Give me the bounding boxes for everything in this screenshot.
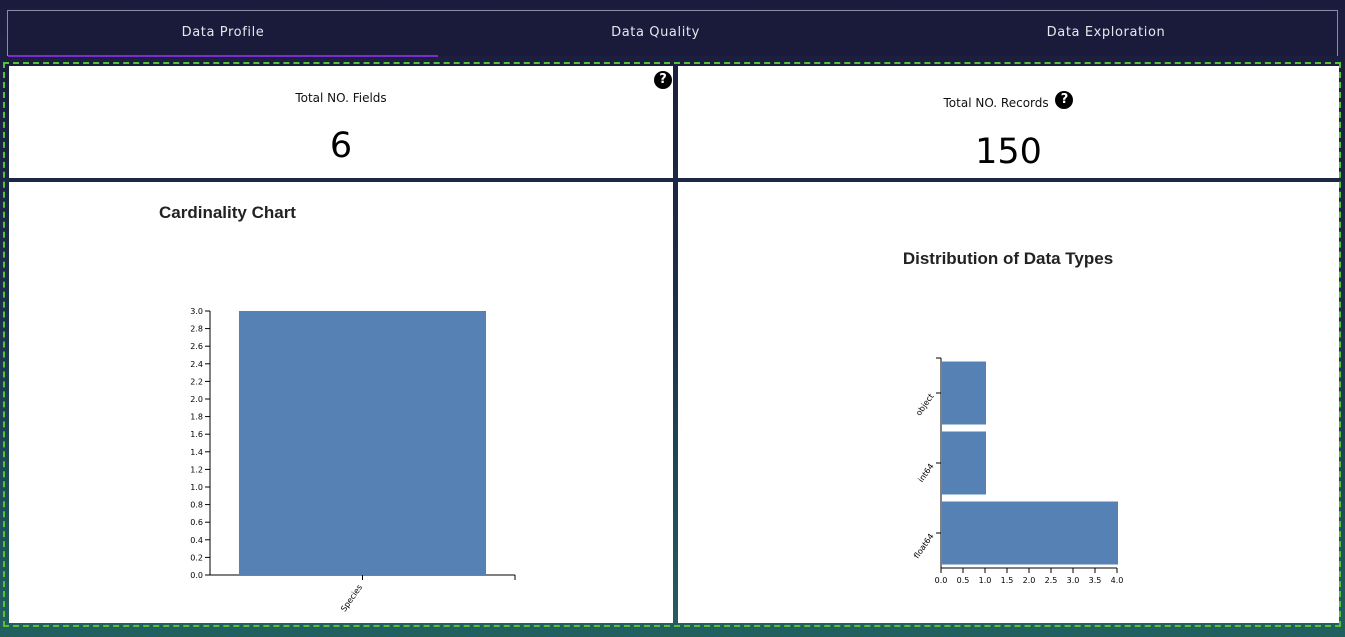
total-records-value: 150 xyxy=(975,132,1042,172)
x-tick-label: 3.0 xyxy=(1067,576,1080,585)
x-tick-label: 4.0 xyxy=(1111,576,1124,585)
x-tick-label: 0.5 xyxy=(957,576,970,585)
x-tick-label: 2.0 xyxy=(1023,576,1036,585)
bars xyxy=(238,311,487,575)
bar xyxy=(942,501,1118,565)
y-tick-label: 1.4 xyxy=(190,448,203,457)
question-circle-icon[interactable]: ? xyxy=(654,71,672,89)
total-fields-card: Total NO. Fields 6 ? xyxy=(9,66,673,178)
y-tick-label: 3.0 xyxy=(190,307,203,316)
y-tick-label: 1.6 xyxy=(190,430,203,439)
tab-data-profile[interactable]: Data Profile xyxy=(8,11,438,57)
question-circle-icon[interactable]: ? xyxy=(1055,91,1074,109)
chart-title: Cardinality Chart xyxy=(159,203,296,222)
tab-bar: Data Profile Data Quality Data Explorati… xyxy=(7,10,1339,57)
y-axis: object int64 float64 xyxy=(912,357,942,568)
cardinality-chart: Cardinality Chart 0.0 0.2 0.4 0.6 0.8 1.0 1.2 1… xyxy=(159,203,516,613)
bars xyxy=(942,361,1118,565)
y-tick-label: 1.2 xyxy=(190,465,203,474)
x-axis: 0.0 0.5 1.0 1.5 2.0 2.5 3.0 3.5 4.0 xyxy=(935,567,1124,585)
total-records-label-text: Total NO. Records xyxy=(943,96,1049,110)
total-records-label: Total NO. Records ? xyxy=(678,91,1339,113)
y-tick-label: 0.4 xyxy=(190,536,203,545)
x-tick-label: Species xyxy=(339,583,364,613)
x-tick-label: 0.0 xyxy=(935,576,948,585)
y-tick-label: int64 xyxy=(916,462,935,484)
cardinality-chart-card: Cardinality Chart 0.0 0.2 0.4 0.6 0.8 1.0 1.2 1… xyxy=(9,182,673,623)
x-tick-label: 1.0 xyxy=(979,576,992,585)
y-tick-label: 2.8 xyxy=(190,325,203,334)
x-axis: Species xyxy=(210,574,516,613)
y-axis: 0.0 0.2 0.4 0.6 0.8 1.0 1.2 1.4 1.6 1.8 2.0 2.2 2.4 2… xyxy=(190,307,211,580)
tab-data-quality[interactable]: Data Quality xyxy=(438,11,873,57)
y-tick-label: object xyxy=(914,392,936,417)
distribution-chart-card: Distribution of Data Types object int64 fl… xyxy=(678,182,1339,623)
total-fields-label: Total NO. Fields xyxy=(295,91,387,105)
total-fields-value: 6 xyxy=(329,126,353,166)
bar xyxy=(942,431,986,495)
y-tick-label: 2.2 xyxy=(190,377,203,386)
y-tick-label: 0.2 xyxy=(190,553,203,562)
y-tick-label: 2.0 xyxy=(190,395,203,404)
y-tick-label: float64 xyxy=(912,532,936,560)
y-tick-label: 2.6 xyxy=(190,342,203,351)
y-tick-label: 1.8 xyxy=(190,413,203,422)
x-tick-label: 3.5 xyxy=(1089,576,1102,585)
x-tick-label: 1.5 xyxy=(1001,576,1014,585)
y-tick-label: 0.0 xyxy=(190,571,203,580)
bar xyxy=(238,311,487,575)
distribution-chart: Distribution of Data Types object int64 fl… xyxy=(903,249,1124,585)
bar xyxy=(942,361,986,425)
chart-title: Distribution of Data Types xyxy=(903,249,1113,268)
y-tick-label: 0.8 xyxy=(190,501,203,510)
total-records-card: Total NO. Records ? 150 xyxy=(678,66,1339,178)
y-tick-label: 1.0 xyxy=(190,483,203,492)
dashboard-panel: Total NO. Fields 6 ? Total NO. Records ?… xyxy=(3,62,1341,627)
y-tick-label: 2.4 xyxy=(190,360,203,369)
tab-data-exploration[interactable]: Data Exploration xyxy=(873,11,1339,57)
y-tick-label: 0.6 xyxy=(190,518,203,527)
x-tick-label: 2.5 xyxy=(1045,576,1058,585)
